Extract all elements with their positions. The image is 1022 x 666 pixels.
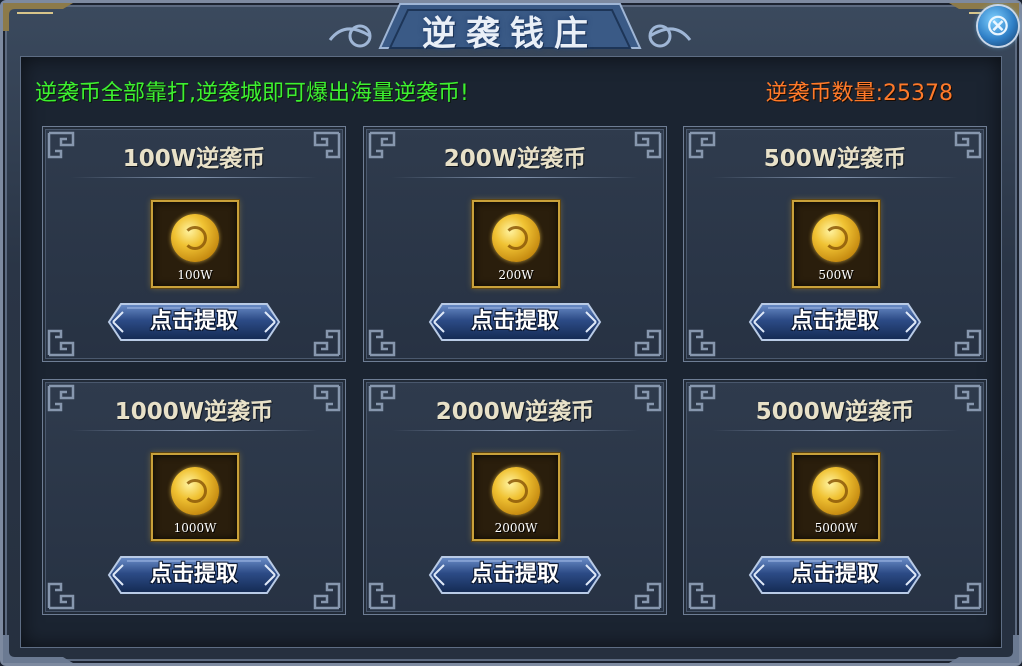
coin-card: 5000W逆袭币 5000W 点击提取 bbox=[683, 379, 987, 615]
divider bbox=[71, 430, 317, 431]
claim-button[interactable]: 点击提取 bbox=[748, 300, 922, 344]
fret-ornament-icon bbox=[634, 329, 662, 357]
coin-amount-label: 500W bbox=[818, 268, 854, 282]
fret-ornament-icon bbox=[313, 582, 341, 610]
gold-coin-icon bbox=[171, 214, 219, 262]
coin-card: 100W逆袭币 100W 点击提取 bbox=[42, 126, 346, 362]
card-title: 100W逆袭币 bbox=[122, 146, 266, 172]
close-icon: ⊗ bbox=[985, 8, 1011, 43]
coin-amount-label: 2000W bbox=[494, 521, 538, 535]
claim-button[interactable]: 点击提取 bbox=[428, 300, 602, 344]
fret-ornament-icon bbox=[47, 329, 75, 357]
claim-button-label: 点击提取 bbox=[149, 562, 238, 587]
coin-item-slot[interactable]: 5000W bbox=[792, 453, 880, 541]
fret-ornament-icon bbox=[368, 582, 396, 610]
close-button[interactable]: ⊗ bbox=[978, 6, 1018, 46]
claim-button-label: 点击提取 bbox=[790, 562, 879, 587]
coin-item-slot[interactable]: 100W bbox=[151, 200, 239, 288]
card-title: 1000W逆袭币 bbox=[114, 399, 274, 425]
claim-button-label: 点击提取 bbox=[470, 562, 559, 587]
coin-card: 200W逆袭币 200W 点击提取 bbox=[363, 126, 667, 362]
coin-amount-label: 200W bbox=[498, 268, 534, 282]
claim-button-label: 点击提取 bbox=[790, 309, 879, 334]
gold-coin-icon bbox=[492, 214, 540, 262]
card-title: 500W逆袭币 bbox=[763, 146, 907, 172]
divider bbox=[392, 430, 638, 431]
fret-ornament-icon bbox=[954, 582, 982, 610]
divider bbox=[712, 177, 958, 178]
coin-amount-label: 1000W bbox=[173, 521, 217, 535]
window-title: 逆袭钱庄 bbox=[422, 14, 598, 54]
coin-item-slot[interactable]: 500W bbox=[792, 200, 880, 288]
coin-item-slot[interactable]: 2000W bbox=[472, 453, 560, 541]
coin-amount-label: 100W bbox=[177, 268, 213, 282]
gold-coin-icon bbox=[171, 467, 219, 515]
divider bbox=[712, 430, 958, 431]
claim-button[interactable]: 点击提取 bbox=[748, 553, 922, 597]
frame-corner-ornament bbox=[3, 3, 73, 31]
fret-ornament-icon bbox=[47, 582, 75, 610]
title-plate: 逆袭钱庄 bbox=[320, 0, 700, 56]
divider bbox=[71, 177, 317, 178]
coin-card: 2000W逆袭币 2000W 点击提取 bbox=[363, 379, 667, 615]
coin-count: 逆袭币数量:25378 bbox=[765, 81, 953, 106]
coin-card: 1000W逆袭币 1000W 点击提取 bbox=[42, 379, 346, 615]
card-title: 200W逆袭币 bbox=[443, 146, 587, 172]
gold-coin-icon bbox=[492, 467, 540, 515]
divider bbox=[392, 177, 638, 178]
gold-coin-icon bbox=[812, 214, 860, 262]
fret-ornament-icon bbox=[688, 329, 716, 357]
fret-ornament-icon bbox=[313, 329, 341, 357]
coin-card: 500W逆袭币 500W 点击提取 bbox=[683, 126, 987, 362]
fret-ornament-icon bbox=[954, 329, 982, 357]
card-title: 2000W逆袭币 bbox=[435, 399, 595, 425]
coin-item-slot[interactable]: 200W bbox=[472, 200, 560, 288]
claim-button-label: 点击提取 bbox=[149, 309, 238, 334]
card-title: 5000W逆袭币 bbox=[755, 399, 915, 425]
fret-ornament-icon bbox=[368, 329, 396, 357]
claim-button[interactable]: 点击提取 bbox=[107, 300, 281, 344]
claim-button[interactable]: 点击提取 bbox=[107, 553, 281, 597]
coin-item-slot[interactable]: 1000W bbox=[151, 453, 239, 541]
claim-button[interactable]: 点击提取 bbox=[428, 553, 602, 597]
fret-ornament-icon bbox=[634, 582, 662, 610]
notice-text: 逆袭币全部靠打,逆袭城即可爆出海量逆袭币! bbox=[35, 81, 469, 106]
gold-coin-icon bbox=[812, 467, 860, 515]
claim-button-label: 点击提取 bbox=[470, 309, 559, 334]
coin-amount-label: 5000W bbox=[814, 521, 858, 535]
fret-ornament-icon bbox=[688, 582, 716, 610]
